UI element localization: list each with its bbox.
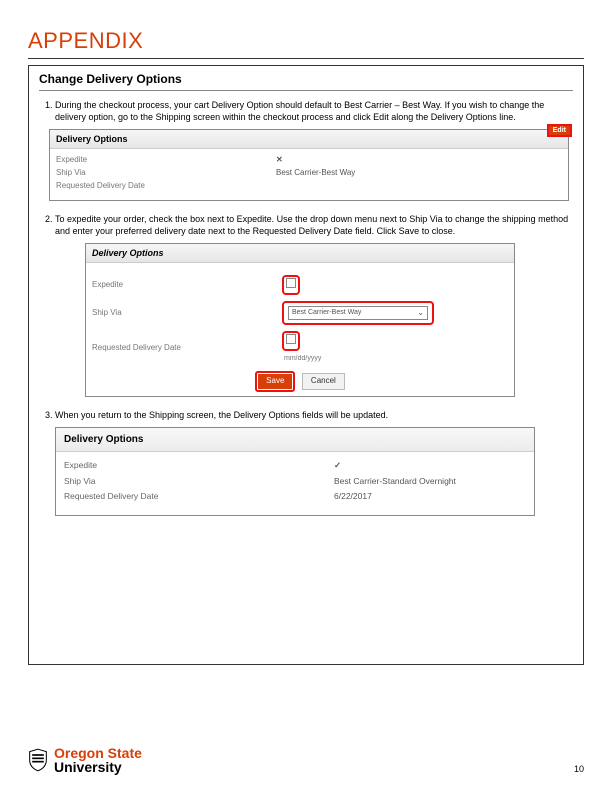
row-reqdate: Requested Delivery Date <box>56 181 562 192</box>
panel-title: Delivery Options <box>56 134 128 144</box>
appendix-title: APPENDIX <box>28 28 584 54</box>
panel-header: Delivery Options Edit <box>50 130 568 149</box>
expedite-checkbox[interactable] <box>286 278 296 288</box>
row-shipvia: Ship Via Best Carrier-Standard Overnight <box>64 476 526 487</box>
label-expedite: Expedite <box>64 460 334 471</box>
org-name-line2: University <box>54 760 142 774</box>
highlight-box: Best Carrier-Best Way ⌄ <box>282 301 434 325</box>
screenshot-delivery-options-updated: Delivery Options Expedite ✓ Ship Via Bes… <box>55 427 535 516</box>
row-reqdate: Requested Delivery Date <box>92 331 508 365</box>
label-expedite: Expedite <box>56 155 276 166</box>
panel-header: Delivery Options <box>56 428 534 453</box>
screenshot-delivery-options: Delivery Options Edit Expedite ✕ Ship Vi… <box>49 129 569 201</box>
label-shipvia: Ship Via <box>64 476 334 487</box>
org-name-line1: Oregon State <box>54 746 142 760</box>
save-button[interactable]: Save <box>258 374 292 389</box>
divider <box>39 90 573 91</box>
label-reqdate: Requested Delivery Date <box>64 491 334 502</box>
value-expedite: ✓ <box>334 460 526 471</box>
shipvia-select[interactable]: Best Carrier-Best Way ⌄ <box>288 306 428 320</box>
row-reqdate: Requested Delivery Date 6/22/2017 <box>64 491 526 502</box>
row-expedite: Expedite ✓ <box>64 460 526 471</box>
divider <box>28 58 584 59</box>
section-title: Change Delivery Options <box>39 72 573 86</box>
shield-icon <box>28 748 48 772</box>
label-reqdate: Requested Delivery Date <box>92 343 282 354</box>
logo-text: Oregon State University <box>54 746 142 774</box>
highlight-box <box>282 331 300 351</box>
reqdate-input[interactable] <box>282 353 352 365</box>
shipvia-select-value: Best Carrier-Best Way <box>292 308 361 317</box>
screenshot-delivery-options-edit: Delivery Options Expedite Ship Via <box>85 243 515 397</box>
value-expedite: ✕ <box>276 155 562 166</box>
label-reqdate: Requested Delivery Date <box>56 181 276 192</box>
osu-logo: Oregon State University <box>28 746 142 774</box>
panel-header: Delivery Options <box>86 244 514 263</box>
value-reqdate: 6/22/2017 <box>334 491 526 502</box>
edit-button[interactable]: Edit <box>547 124 572 137</box>
value-reqdate <box>276 181 562 192</box>
step-text: When you return to the Shipping screen, … <box>55 409 573 421</box>
row-shipvia: Ship Via Best Carrier-Best Way ⌄ <box>92 301 508 325</box>
chevron-down-icon: ⌄ <box>417 308 424 319</box>
step-1: During the checkout process, your cart D… <box>55 99 573 201</box>
row-expedite: Expedite <box>92 275 508 295</box>
highlight-box: Save <box>255 371 295 392</box>
value-shipvia: Best Carrier-Best Way <box>276 168 562 179</box>
step-text: During the checkout process, your cart D… <box>55 99 573 123</box>
step-3: When you return to the Shipping screen, … <box>55 409 573 516</box>
reqdate-checkbox[interactable] <box>286 334 296 344</box>
label-shipvia: Ship Via <box>92 308 282 319</box>
row-expedite: Expedite ✕ <box>56 155 562 166</box>
steps-list: During the checkout process, your cart D… <box>39 99 573 516</box>
label-expedite: Expedite <box>92 280 282 291</box>
page-number: 10 <box>574 764 584 774</box>
value-shipvia: Best Carrier-Standard Overnight <box>334 476 526 487</box>
page-footer: Oregon State University 10 <box>28 746 584 774</box>
label-shipvia: Ship Via <box>56 168 276 179</box>
step-text: To expedite your order, check the box ne… <box>55 213 573 237</box>
highlight-box <box>282 275 300 295</box>
row-shipvia: Ship Via Best Carrier-Best Way <box>56 168 562 179</box>
content-box: Change Delivery Options During the check… <box>28 65 584 665</box>
cancel-button[interactable]: Cancel <box>302 373 345 390</box>
step-2: To expedite your order, check the box ne… <box>55 213 573 397</box>
